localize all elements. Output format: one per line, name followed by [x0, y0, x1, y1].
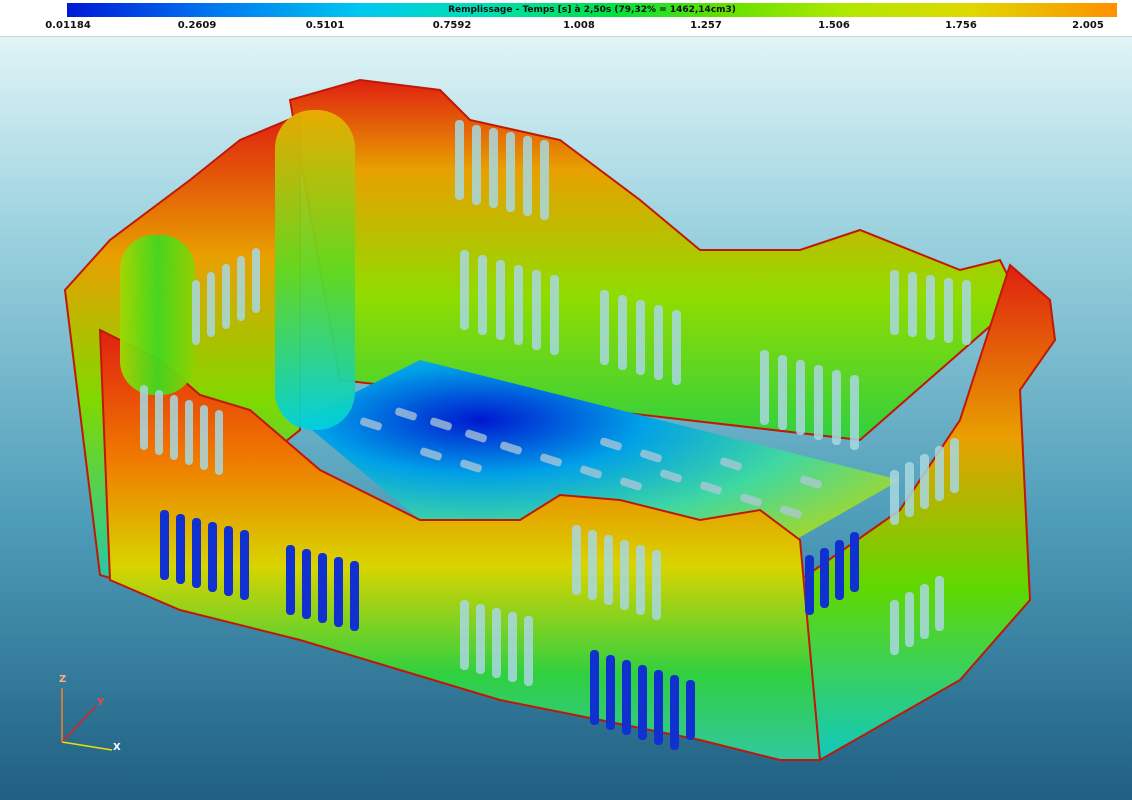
legend-tick-0: 0.01184: [45, 20, 91, 31]
legend-tick-5: 1.257: [690, 20, 722, 31]
legend-tick-4: 1.008: [563, 20, 595, 31]
legend-tick-7: 1.756: [945, 20, 977, 31]
axis-z-label: Z: [59, 674, 67, 685]
axis-y-label: Y: [97, 697, 105, 708]
legend-tick-8: 2.005: [1072, 20, 1104, 31]
legend-tick-6: 1.506: [818, 20, 850, 31]
crate-pillar-back-left: [275, 110, 355, 430]
legend-tick-3: 0.7592: [432, 20, 472, 31]
axis-x-label: X: [113, 742, 121, 753]
legend-tick-2: 0.5101: [305, 20, 345, 31]
crate-pillar-front-left: [120, 235, 195, 395]
legend-tick-1: 0.2609: [177, 20, 217, 31]
color-legend: Remplissage - Temps [s] à 2,50s (79,32% …: [0, 0, 1132, 37]
legend-title: Remplissage - Temps [s] à 2,50s (79,32% …: [448, 5, 736, 15]
axis-triad: Z Y X: [50, 670, 130, 760]
3d-viewport[interactable]: [0, 37, 1132, 800]
simulation-window: Remplissage - Temps [s] à 2,50s (79,32% …: [0, 0, 1132, 800]
crate-model: [63, 78, 1057, 762]
